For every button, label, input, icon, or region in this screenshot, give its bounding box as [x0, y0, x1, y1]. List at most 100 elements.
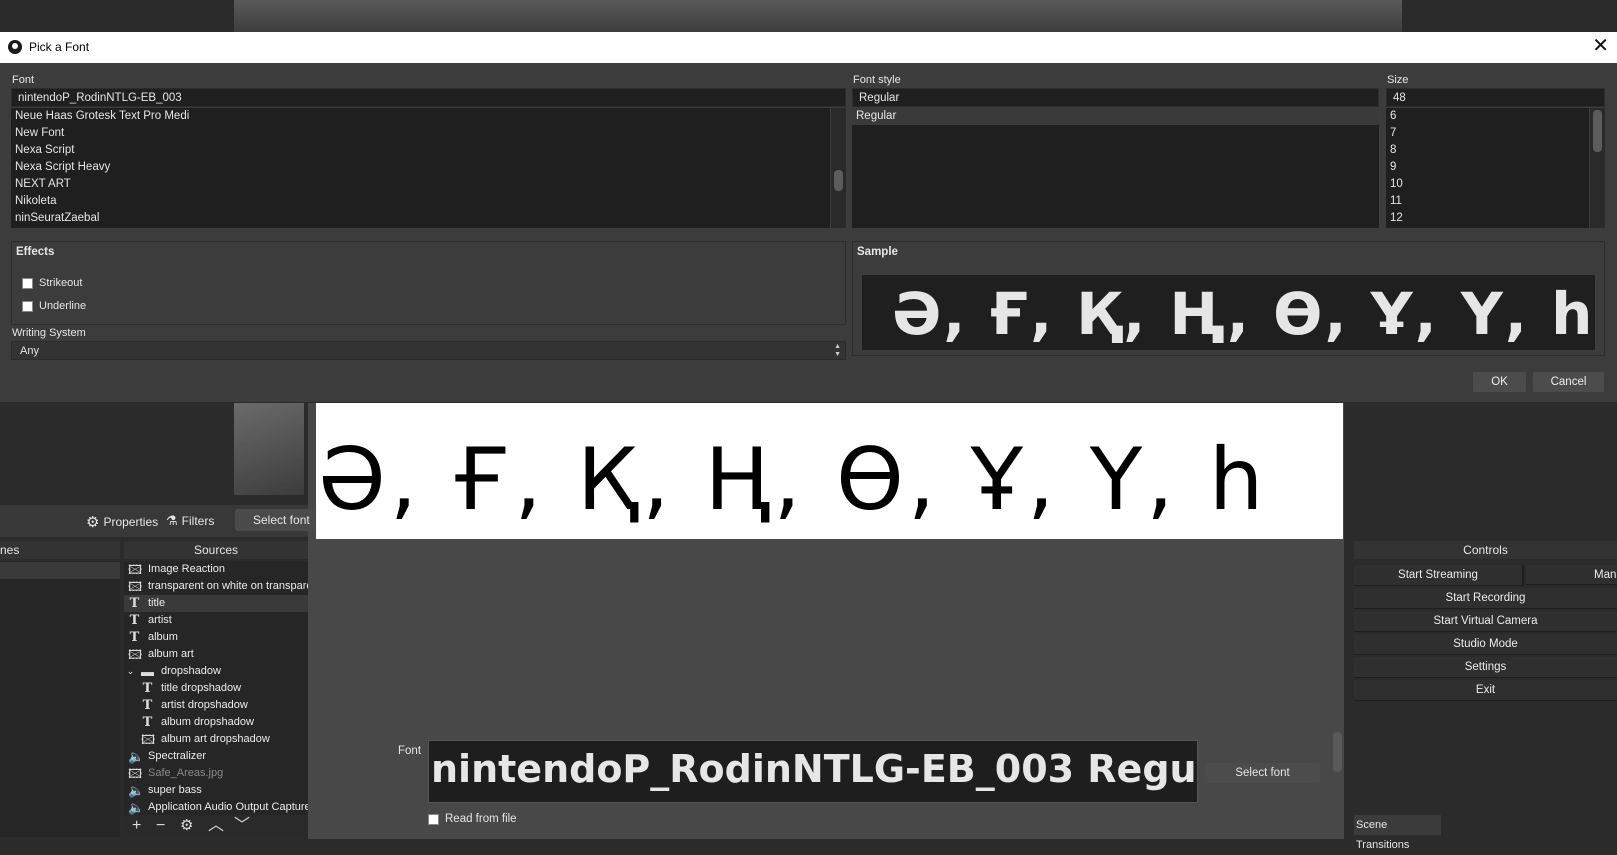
source-item[interactable]: ⌄ ▬ dropshadow [124, 663, 308, 680]
font-list-scrollbar[interactable] [831, 108, 846, 228]
sample-preview: Ə, Ғ, Қ, Ң, Ө, Ұ, Ү, һ [862, 275, 1595, 350]
start-recording-button[interactable]: Start Recording [1354, 588, 1617, 609]
obs-logo-icon [8, 40, 22, 54]
source-item[interactable]: Tartist [124, 612, 308, 629]
strikeout-option[interactable]: Strikeout [22, 277, 82, 289]
properties-preview-text: Ə, Ғ, Қ, Ң, Ө, Ұ, Ү, һ [318, 430, 1268, 530]
chevron-down-icon[interactable]: ⌄ [124, 665, 137, 678]
sample-text: Ə, Ғ, Қ, Ң, Ө, Ұ, Ү, һ [892, 280, 1595, 348]
read-from-file-checkbox[interactable] [428, 813, 439, 825]
props-select-font-button[interactable]: Select font [1205, 763, 1320, 783]
start-streaming-button[interactable]: Start Streaming [1354, 565, 1524, 586]
filters-button[interactable]: ⚗ Filters [166, 513, 214, 529]
source-item[interactable]: 🔈 Application Audio Output Capture [124, 799, 308, 816]
source-item-label: album art dropshadow [161, 733, 270, 745]
font-style-item-selected[interactable] [852, 108, 1379, 125]
dialog-titlebar: Pick a Font ✕ [0, 32, 1617, 63]
chevron-up-icon[interactable]: ︿ [208, 817, 224, 835]
source-item[interactable]: Talbum dropshadow [124, 714, 308, 731]
scene-item-selected[interactable] [0, 562, 120, 579]
spin-arrows-icon: ▲ ▼ [834, 343, 841, 358]
manage-broadcast-button[interactable]: Man [1526, 565, 1617, 585]
font-family-item[interactable]: ninSeuratZaebal [15, 212, 99, 224]
props-font-display: nintendoP_RodinNTLG-EB_003 Regular [428, 740, 1198, 803]
source-item[interactable]: 🖾 album art dropshadow [124, 731, 308, 748]
image-icon: 🖾 [128, 647, 143, 662]
font-family-item[interactable]: NEXT ART [15, 178, 71, 190]
sources-header: Sources [124, 541, 308, 559]
settings-button[interactable]: Settings [1354, 657, 1617, 678]
size-item[interactable]: 10 [1390, 178, 1403, 190]
underline-checkbox[interactable] [22, 300, 33, 312]
toolbar-select-font-button[interactable]: Select font [235, 509, 315, 531]
start-virtual-camera-button[interactable]: Start Virtual Camera [1354, 611, 1617, 632]
properties-button[interactable]: ⚙ Properties [86, 513, 158, 531]
source-item[interactable]: 🖾 album art [124, 646, 308, 663]
source-item[interactable]: 🖾 Safe_Areas.jpg [124, 765, 308, 782]
font-family-item[interactable]: Nexa Script Heavy [15, 161, 110, 173]
underline-option[interactable]: Underline [22, 300, 86, 312]
filter-icon: ⚗ [166, 513, 178, 528]
image-icon: 🖾 [128, 562, 143, 577]
source-item-label: Application Audio Output Capture [148, 801, 308, 813]
chevron-down-icon[interactable]: ﹀ [234, 817, 250, 835]
source-item-label: Spectralizer [148, 750, 207, 762]
font-name-input[interactable]: nintendoP_RodinNTLG-EB_003 [11, 88, 846, 107]
close-icon[interactable]: ✕ [1592, 36, 1609, 56]
source-item[interactable]: Tartist dropshadow [124, 697, 308, 714]
size-input[interactable]: 48 [1386, 88, 1605, 107]
text-icon: T [142, 681, 153, 696]
source-item[interactable]: Talbum [124, 629, 308, 646]
font-family-item[interactable]: New Font [15, 127, 64, 139]
gear-icon[interactable]: ⚙ [180, 817, 193, 835]
source-item[interactable]: Ttitle [124, 595, 308, 612]
size-list-scrollbar[interactable] [1590, 108, 1605, 228]
font-style-input[interactable]: Regular [852, 88, 1379, 107]
size-label: Size [1387, 74, 1409, 86]
underline-label: Underline [39, 300, 87, 312]
source-item-label: artist [148, 614, 172, 626]
props-scrollbar[interactable] [1333, 732, 1342, 772]
font-list-scroll-thumb[interactable] [834, 170, 843, 191]
source-item[interactable]: 🔈 super bass [124, 782, 308, 799]
size-list[interactable]: 6 7 8 9 10 11 12 [1386, 108, 1589, 228]
font-family-item[interactable]: Nexa Script [15, 144, 74, 156]
studio-mode-button[interactable]: Studio Mode [1354, 634, 1617, 655]
props-font-display-text: nintendoP_RodinNTLG-EB_003 Regular [431, 747, 1198, 791]
exit-button[interactable]: Exit [1354, 680, 1617, 701]
size-item[interactable]: 12 [1390, 212, 1403, 224]
font-family-item[interactable]: Nikoleta [15, 195, 57, 207]
ok-button[interactable]: OK [1473, 372, 1526, 392]
size-item[interactable]: 11 [1390, 195, 1402, 207]
font-family-item[interactable]: Neue Haas Grotesk Text Pro Medi [15, 110, 189, 122]
font-style-item[interactable]: Regular [856, 110, 896, 122]
font-family-list[interactable]: Neue Haas Grotesk Text Pro Medi New Font N… [11, 108, 830, 228]
source-item[interactable]: 🖾 Image Reaction [124, 561, 308, 578]
size-item[interactable]: 6 [1390, 110, 1396, 122]
add-icon[interactable]: + [132, 817, 141, 835]
strikeout-checkbox[interactable] [22, 277, 33, 289]
writing-system-select[interactable]: Any ▲ ▼ [11, 341, 846, 360]
source-item[interactable]: Ttitle dropshadow [124, 680, 308, 697]
source-item-label: super bass [148, 784, 202, 796]
size-item[interactable]: 8 [1390, 144, 1396, 156]
audio-icon: 🔈 [128, 800, 145, 815]
source-item-label: album art [148, 648, 194, 660]
sources-list[interactable]: 🖾 Image Reaction 🖾 transparent on white on … [124, 561, 308, 821]
size-item[interactable]: 7 [1390, 127, 1396, 139]
read-from-file-option[interactable]: Read from file [428, 813, 517, 825]
sources-footer-toolbar: + − ⚙ ︿ ﹀ [124, 815, 308, 837]
scenes-list[interactable] [0, 561, 120, 837]
size-list-scroll-thumb[interactable] [1593, 110, 1602, 152]
size-item[interactable]: 9 [1390, 161, 1396, 173]
writing-system-value: Any [20, 345, 39, 357]
source-item-label: artist dropshadow [161, 699, 248, 711]
remove-icon[interactable]: − [156, 817, 165, 835]
cancel-button[interactable]: Cancel [1533, 372, 1604, 392]
scene-transitions-tab[interactable]: Scene Transitions [1354, 815, 1441, 851]
font-style-list[interactable]: Regular [852, 108, 1379, 228]
source-item[interactable]: 🔈 Spectralizer [124, 748, 308, 765]
effects-group [11, 241, 846, 325]
source-item[interactable]: 🖾 transparent on white on transparent [124, 578, 308, 595]
effects-title: Effects [16, 246, 55, 258]
